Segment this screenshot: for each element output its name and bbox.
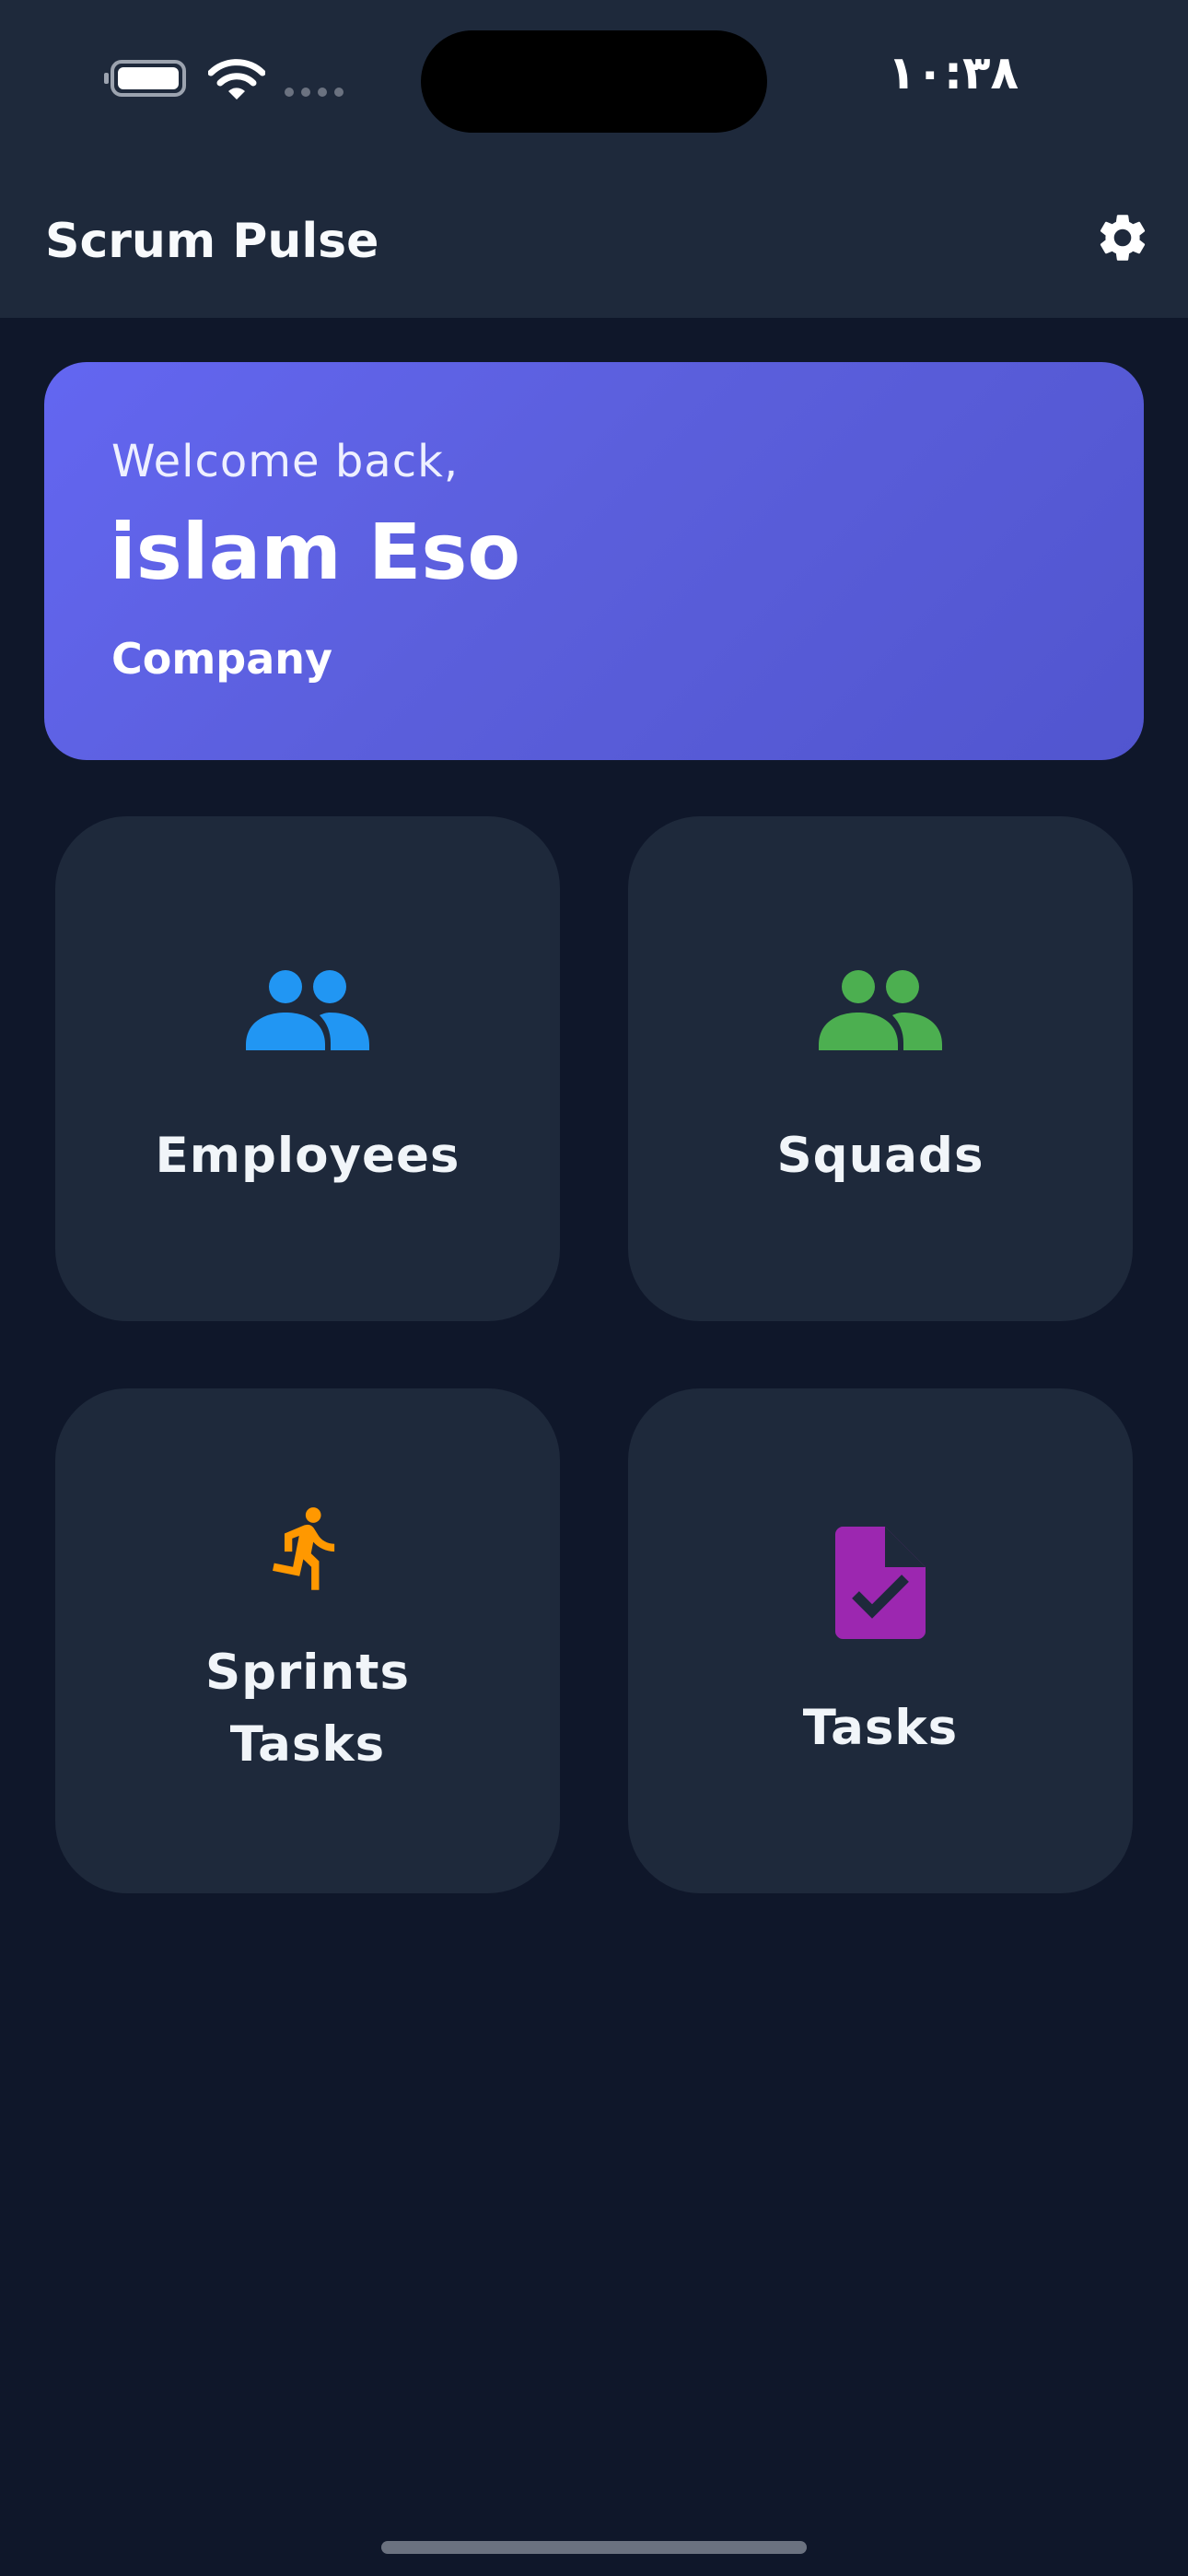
people-icon: [819, 970, 942, 1050]
tasks-label: Tasks: [802, 1700, 959, 1756]
app-bar: Scrum Pulse: [0, 161, 1188, 318]
squads-label: Squads: [776, 1128, 984, 1184]
task-document-icon: [835, 1527, 926, 1639]
welcome-greeting: Welcome back,: [111, 436, 460, 487]
tasks-tile[interactable]: Tasks: [628, 1388, 1133, 1893]
squads-tile[interactable]: Squads: [628, 816, 1133, 1321]
status-time: ١٠:٣٨: [887, 46, 1019, 100]
gear-icon[interactable]: [1094, 209, 1151, 266]
sprints-tasks-label-line-2: Tasks: [229, 1716, 386, 1773]
wifi-icon: [208, 59, 265, 100]
welcome-card: Welcome back, islam Eso Company: [44, 362, 1144, 760]
company-name: Company: [111, 634, 332, 684]
battery-icon: [104, 60, 186, 97]
running-person-icon: [273, 1507, 335, 1590]
sprints-tasks-label: Sprints Tasks: [55, 1637, 560, 1781]
sprints-tasks-tile[interactable]: Sprints Tasks: [55, 1388, 560, 1893]
app-title: Scrum Pulse: [45, 214, 379, 269]
home-indicator[interactable]: [381, 2541, 807, 2554]
sprints-tasks-label-line-1: Sprints: [204, 1645, 411, 1701]
cellular-signal-icon: [285, 88, 344, 97]
dynamic-island: [421, 30, 767, 133]
user-name: islam Eso: [110, 507, 521, 597]
employees-label: Employees: [155, 1128, 460, 1184]
status-bar: ١٠:٣٨: [0, 0, 1188, 161]
people-icon: [246, 970, 369, 1050]
employees-tile[interactable]: Employees: [55, 816, 560, 1321]
